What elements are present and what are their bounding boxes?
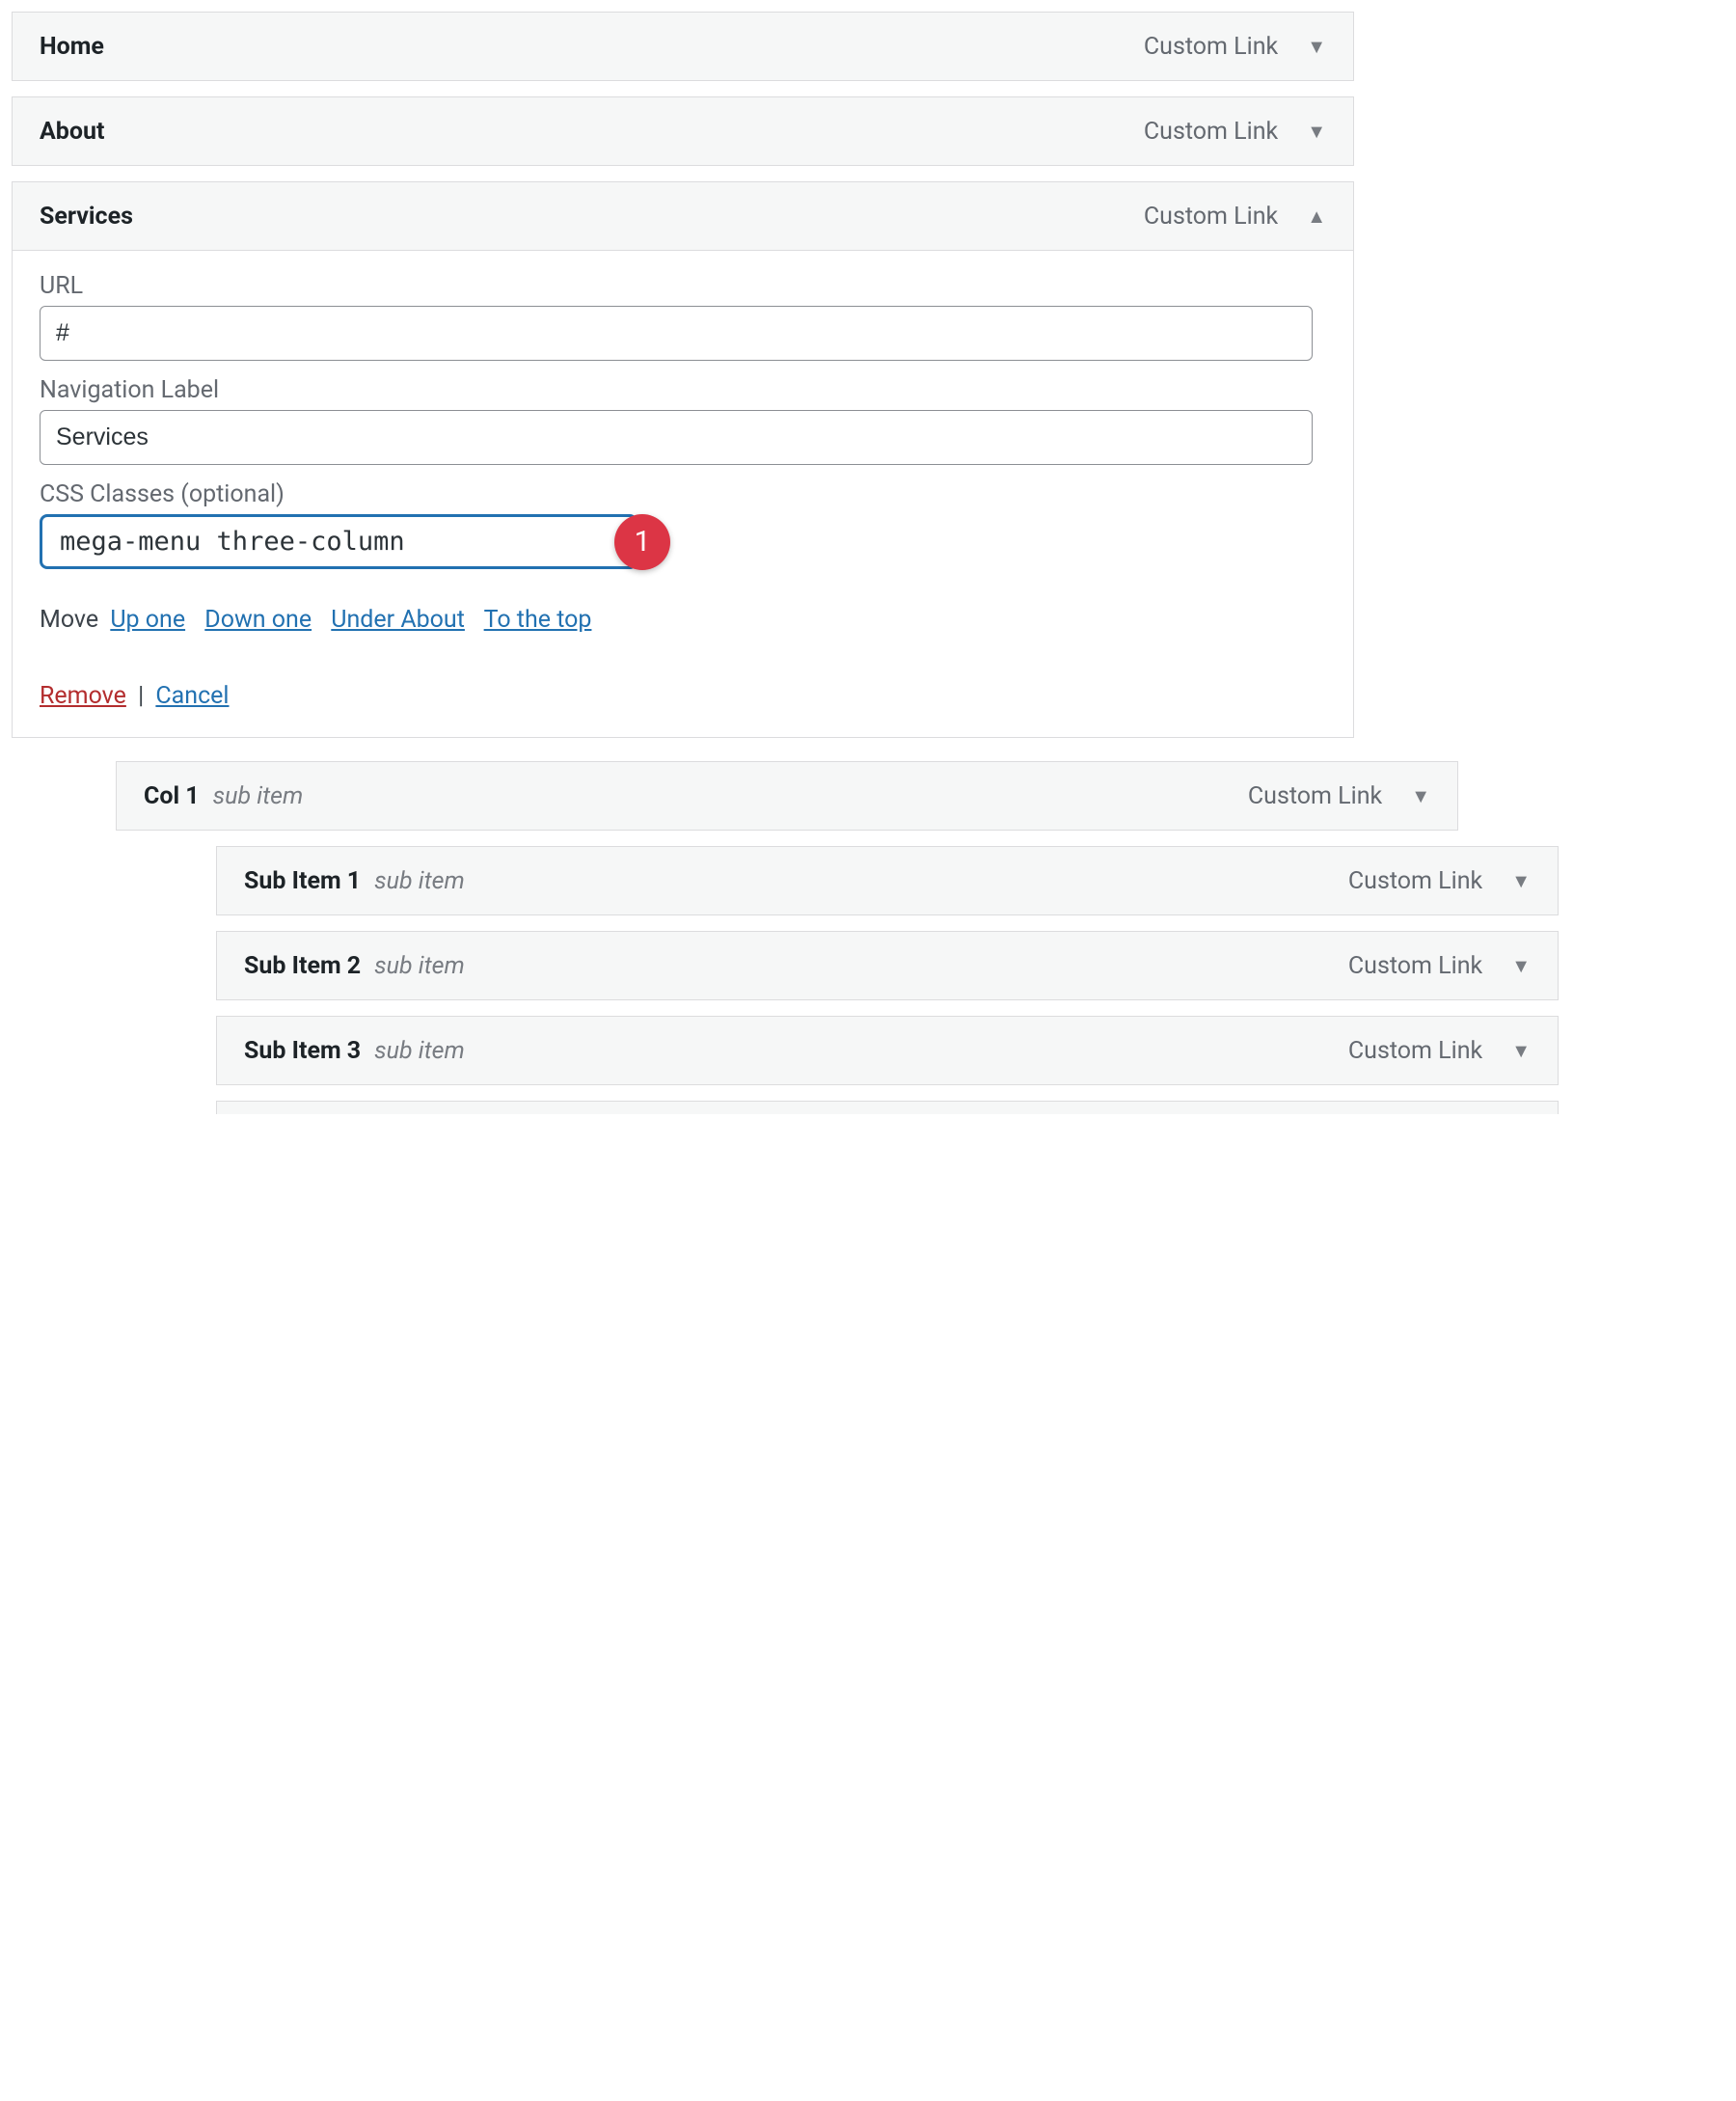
menu-item-title: Home bbox=[40, 33, 104, 61]
chevron-up-icon[interactable]: ▲ bbox=[1307, 206, 1326, 226]
menu-item-sub2[interactable]: Sub Item 2 sub item Custom Link ▼ bbox=[216, 931, 1559, 1000]
menu-item-subtitle: sub item bbox=[374, 867, 465, 895]
menu-item-subtitle: sub item bbox=[374, 1037, 465, 1065]
css-classes-label: CSS Classes (optional) bbox=[40, 480, 1326, 508]
menu-item-about[interactable]: About Custom Link ▼ bbox=[12, 96, 1354, 166]
navigation-label-input[interactable] bbox=[40, 410, 1313, 465]
menu-item-home[interactable]: Home Custom Link ▼ bbox=[12, 12, 1354, 81]
menu-item-title: Sub Item 1 bbox=[244, 867, 361, 895]
menu-item-title: Sub Item 2 bbox=[244, 952, 361, 980]
menu-item-type: Custom Link bbox=[1348, 867, 1482, 895]
menu-item-type: Custom Link bbox=[1144, 118, 1278, 146]
menu-item-title: About bbox=[40, 118, 104, 146]
menu-item-services: Services Custom Link ▲ URL Navigation La… bbox=[12, 181, 1354, 738]
chevron-down-icon[interactable]: ▼ bbox=[1307, 37, 1326, 56]
menu-item-partial bbox=[216, 1101, 1559, 1114]
menu-item-title: Services bbox=[40, 203, 133, 231]
menu-item-type: Custom Link bbox=[1348, 1037, 1482, 1065]
menu-structure: Home Custom Link ▼ About Custom Link ▼ S… bbox=[12, 12, 1512, 1114]
css-classes-input[interactable] bbox=[40, 514, 637, 569]
chevron-down-icon[interactable]: ▼ bbox=[1411, 786, 1430, 805]
menu-item-settings-panel: URL Navigation Label CSS Classes (option… bbox=[13, 250, 1353, 737]
move-label: Move bbox=[40, 606, 98, 634]
menu-item-title: Col 1 bbox=[144, 782, 200, 810]
remove-link[interactable]: Remove bbox=[40, 682, 126, 710]
chevron-down-icon[interactable]: ▼ bbox=[1307, 122, 1326, 141]
menu-item-type: Custom Link bbox=[1144, 203, 1278, 231]
menu-item-type: Custom Link bbox=[1248, 782, 1382, 810]
menu-item-col1[interactable]: Col 1 sub item Custom Link ▼ bbox=[116, 761, 1458, 831]
separator: | bbox=[138, 682, 144, 710]
menu-item-services-header[interactable]: Services Custom Link ▲ bbox=[13, 182, 1353, 250]
menu-item-type: Custom Link bbox=[1348, 952, 1482, 980]
move-top-link[interactable]: To the top bbox=[484, 606, 592, 634]
menu-item-type: Custom Link bbox=[1144, 33, 1278, 61]
url-input[interactable] bbox=[40, 306, 1313, 361]
move-up-link[interactable]: Up one bbox=[110, 606, 185, 634]
move-under-link[interactable]: Under About bbox=[331, 606, 465, 634]
navigation-label-label: Navigation Label bbox=[40, 376, 1326, 404]
menu-item-sub3[interactable]: Sub Item 3 sub item Custom Link ▼ bbox=[216, 1016, 1559, 1085]
annotation-badge-1: 1 bbox=[614, 514, 670, 570]
move-down-link[interactable]: Down one bbox=[204, 606, 312, 634]
menu-item-sub1[interactable]: Sub Item 1 sub item Custom Link ▼ bbox=[216, 846, 1559, 915]
url-label: URL bbox=[40, 272, 1326, 300]
menu-item-subtitle: sub item bbox=[374, 952, 465, 980]
cancel-link[interactable]: Cancel bbox=[155, 682, 229, 710]
chevron-down-icon[interactable]: ▼ bbox=[1511, 871, 1531, 890]
chevron-down-icon[interactable]: ▼ bbox=[1511, 1041, 1531, 1060]
menu-item-title: Sub Item 3 bbox=[244, 1037, 361, 1065]
menu-item-subtitle: sub item bbox=[213, 782, 304, 810]
chevron-down-icon[interactable]: ▼ bbox=[1511, 956, 1531, 975]
